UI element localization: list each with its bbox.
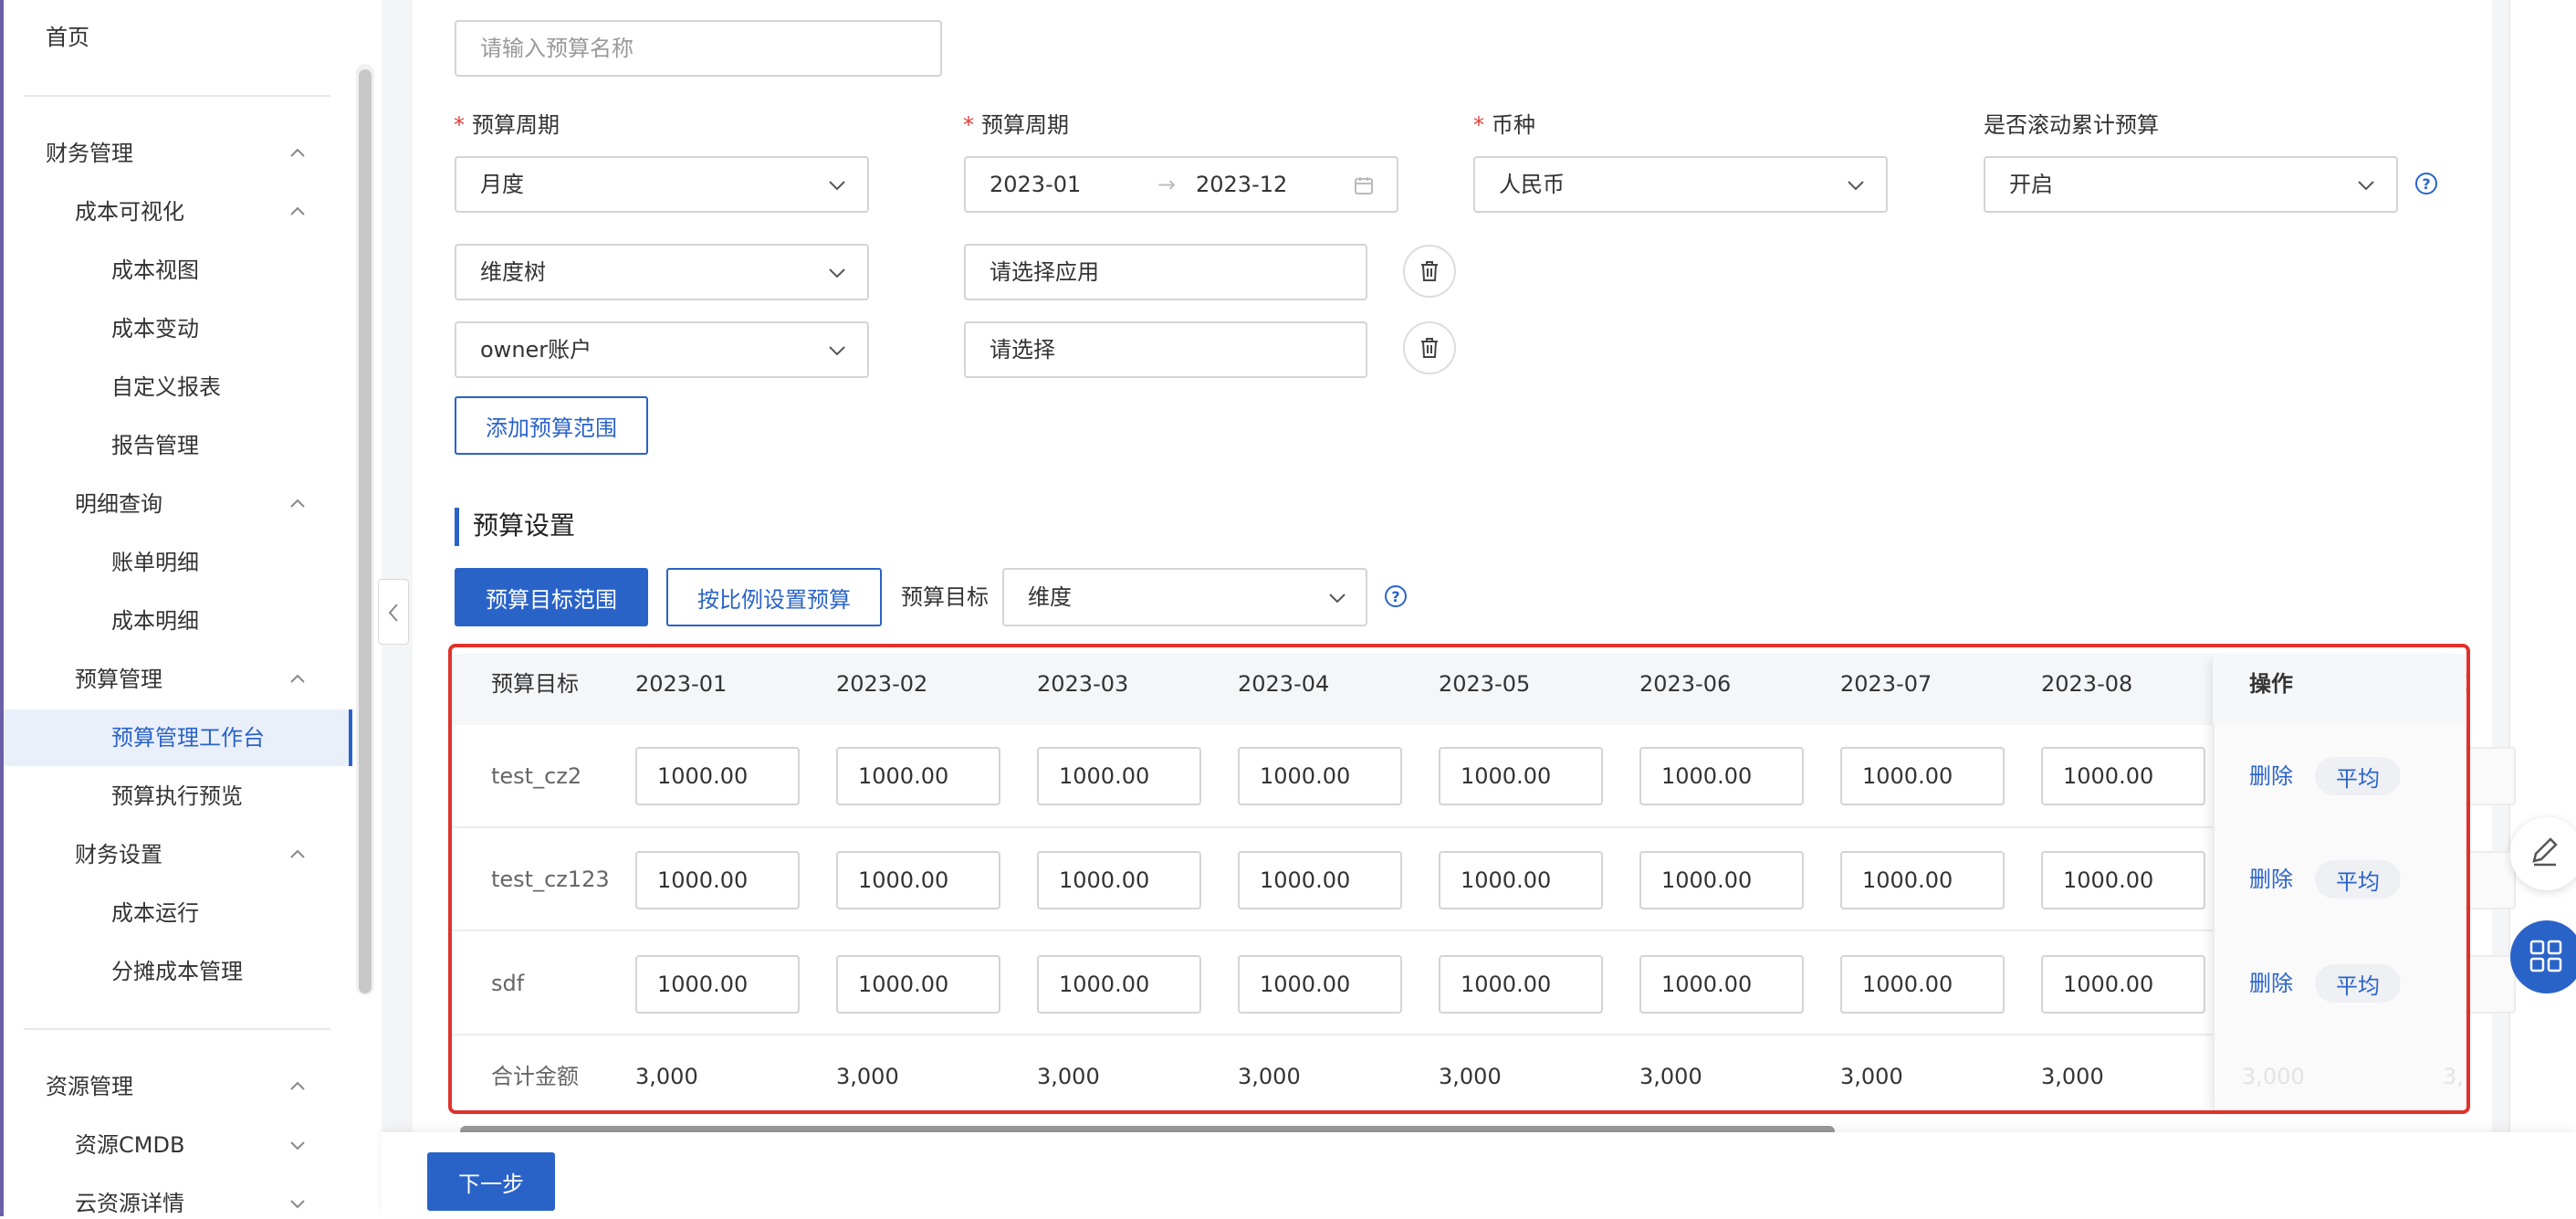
- edit-icon: [2532, 837, 2558, 867]
- chevron-up-icon[interactable]: [289, 204, 306, 220]
- dimension-tree-value: 维度树: [480, 259, 546, 285]
- rolling-value: 开启: [2009, 172, 2053, 197]
- ratio-budget-button[interactable]: 按比例设置预算: [666, 568, 882, 626]
- sidebar-item-cost-visual[interactable]: 成本可视化: [75, 196, 184, 227]
- period-label-text: 预算周期: [472, 112, 560, 138]
- chevron-left-icon: [388, 604, 398, 622]
- budget-target-label: 预算目标: [901, 584, 989, 610]
- sidebar-item-bill-detail[interactable]: 账单明细: [111, 547, 199, 578]
- range-label-text: 预算周期: [981, 112, 1069, 138]
- help-icon[interactable]: ?: [1385, 585, 1407, 607]
- currency-select[interactable]: 人民币: [1473, 156, 1888, 213]
- section-accent: [455, 508, 459, 546]
- floating-grid-button[interactable]: [2510, 920, 2576, 993]
- currency-value: 人民币: [1499, 172, 1565, 197]
- highlight-annotation-box: [448, 644, 2470, 1114]
- chevron-down-icon: [1848, 181, 1864, 191]
- sidebar-item-budget-mgmt[interactable]: 预算管理: [75, 664, 162, 695]
- owner-value-placeholder: 请选择: [990, 337, 1055, 363]
- delete-range-button[interactable]: [1403, 245, 1456, 298]
- app-select[interactable]: 请选择应用: [964, 244, 1367, 300]
- sidebar-active-indicator: [349, 709, 352, 766]
- owner-account-select[interactable]: owner账户: [455, 321, 869, 378]
- calendar-icon: [1355, 177, 1373, 194]
- sidebar-item-cost-change[interactable]: 成本变动: [111, 313, 199, 344]
- owner-value-select[interactable]: 请选择: [964, 321, 1367, 378]
- budget-name-input[interactable]: 请输入预算名称: [455, 20, 942, 77]
- sidebar-collapse-button[interactable]: [378, 579, 409, 645]
- chevron-down-icon: [1329, 594, 1346, 604]
- content-right-border: [2508, 0, 2510, 1216]
- chevron-down-icon: [829, 181, 845, 191]
- footer-bar: [382, 1132, 2576, 1216]
- budget-name-placeholder: 请输入预算名称: [480, 36, 634, 61]
- rolling-select[interactable]: 开启: [1984, 156, 2398, 213]
- app-select-placeholder: 请选择应用: [990, 259, 1099, 285]
- chevron-down-icon: [829, 346, 845, 356]
- sidebar-item-cost-detail[interactable]: 成本明细: [111, 605, 199, 636]
- chevron-up-icon[interactable]: [289, 846, 306, 863]
- sidebar-scrollbar-thumb[interactable]: [359, 69, 372, 993]
- period-label: * 预算周期: [454, 112, 560, 138]
- delete-range-button[interactable]: [1403, 321, 1456, 374]
- sidebar-item-detail-query[interactable]: 明细查询: [75, 489, 162, 520]
- sidebar-item-cost-run[interactable]: 成本运行: [111, 898, 199, 929]
- period-select[interactable]: 月度: [455, 156, 869, 213]
- chevron-up-icon[interactable]: [289, 496, 306, 512]
- chevron-up-icon[interactable]: [289, 1078, 306, 1095]
- date-range-picker[interactable]: 2023-01 → 2023-12: [964, 156, 1398, 213]
- grid-icon: [2529, 940, 2562, 972]
- section-title: 预算设置: [473, 510, 576, 541]
- dimension-tree-select[interactable]: 维度树: [455, 244, 869, 300]
- sidebar-item-finance-settings[interactable]: 财务设置: [75, 839, 162, 870]
- rolling-label: 是否滚动累计预算: [1984, 112, 2159, 138]
- range-end[interactable]: 2023-12: [1196, 169, 1287, 200]
- sidebar-item-budget-workbench[interactable]: 预算管理工作台: [111, 722, 265, 753]
- sidebar-item-cloud-detail[interactable]: 云资源详情: [75, 1188, 184, 1219]
- sidebar-item-custom-report[interactable]: 自定义报表: [111, 372, 221, 403]
- owner-account-value: owner账户: [480, 337, 592, 363]
- help-icon[interactable]: ?: [2415, 173, 2437, 194]
- period-value: 月度: [480, 172, 524, 197]
- range-arrow-icon: →: [1157, 172, 1177, 197]
- budget-target-select[interactable]: 维度: [1002, 568, 1367, 626]
- chevron-down-icon[interactable]: [289, 1195, 306, 1212]
- floating-edit-button[interactable]: [2510, 817, 2576, 890]
- chevron-down-icon: [2358, 181, 2374, 191]
- currency-label-text: 币种: [1492, 112, 1535, 138]
- budget-target-value: 维度: [1028, 584, 1072, 610]
- next-step-button[interactable]: 下一步: [427, 1152, 555, 1211]
- range-start[interactable]: 2023-01: [990, 169, 1081, 200]
- sidebar-item-resource-mgmt[interactable]: 资源管理: [46, 1071, 133, 1102]
- sidebar-item-cost-view[interactable]: 成本视图: [111, 255, 199, 286]
- sidebar-item-budget-preview[interactable]: 预算执行预览: [111, 781, 243, 812]
- sidebar-item-home[interactable]: 首页: [46, 22, 89, 53]
- range-label: * 预算周期: [963, 112, 1069, 138]
- chevron-up-icon[interactable]: [289, 671, 306, 688]
- currency-label: * 币种: [1473, 112, 1535, 138]
- sidebar-item-finance[interactable]: 财务管理: [46, 138, 133, 169]
- chevron-down-icon: [829, 268, 845, 278]
- budget-target-range-button[interactable]: 预算目标范围: [455, 568, 648, 626]
- sidebar-item-allocation[interactable]: 分摊成本管理: [111, 956, 243, 987]
- sidebar-item-resource-cmdb[interactable]: 资源CMDB: [75, 1130, 184, 1161]
- trash-icon: [1421, 261, 1438, 281]
- chevron-down-icon[interactable]: [289, 1137, 306, 1153]
- sidebar-item-report-mgmt[interactable]: 报告管理: [111, 430, 199, 461]
- sidebar-divider: [24, 95, 330, 97]
- add-budget-range-button[interactable]: 添加预算范围: [455, 396, 648, 455]
- chevron-up-icon[interactable]: [289, 145, 306, 162]
- trash-icon: [1421, 338, 1438, 358]
- sidebar-divider: [24, 1028, 330, 1030]
